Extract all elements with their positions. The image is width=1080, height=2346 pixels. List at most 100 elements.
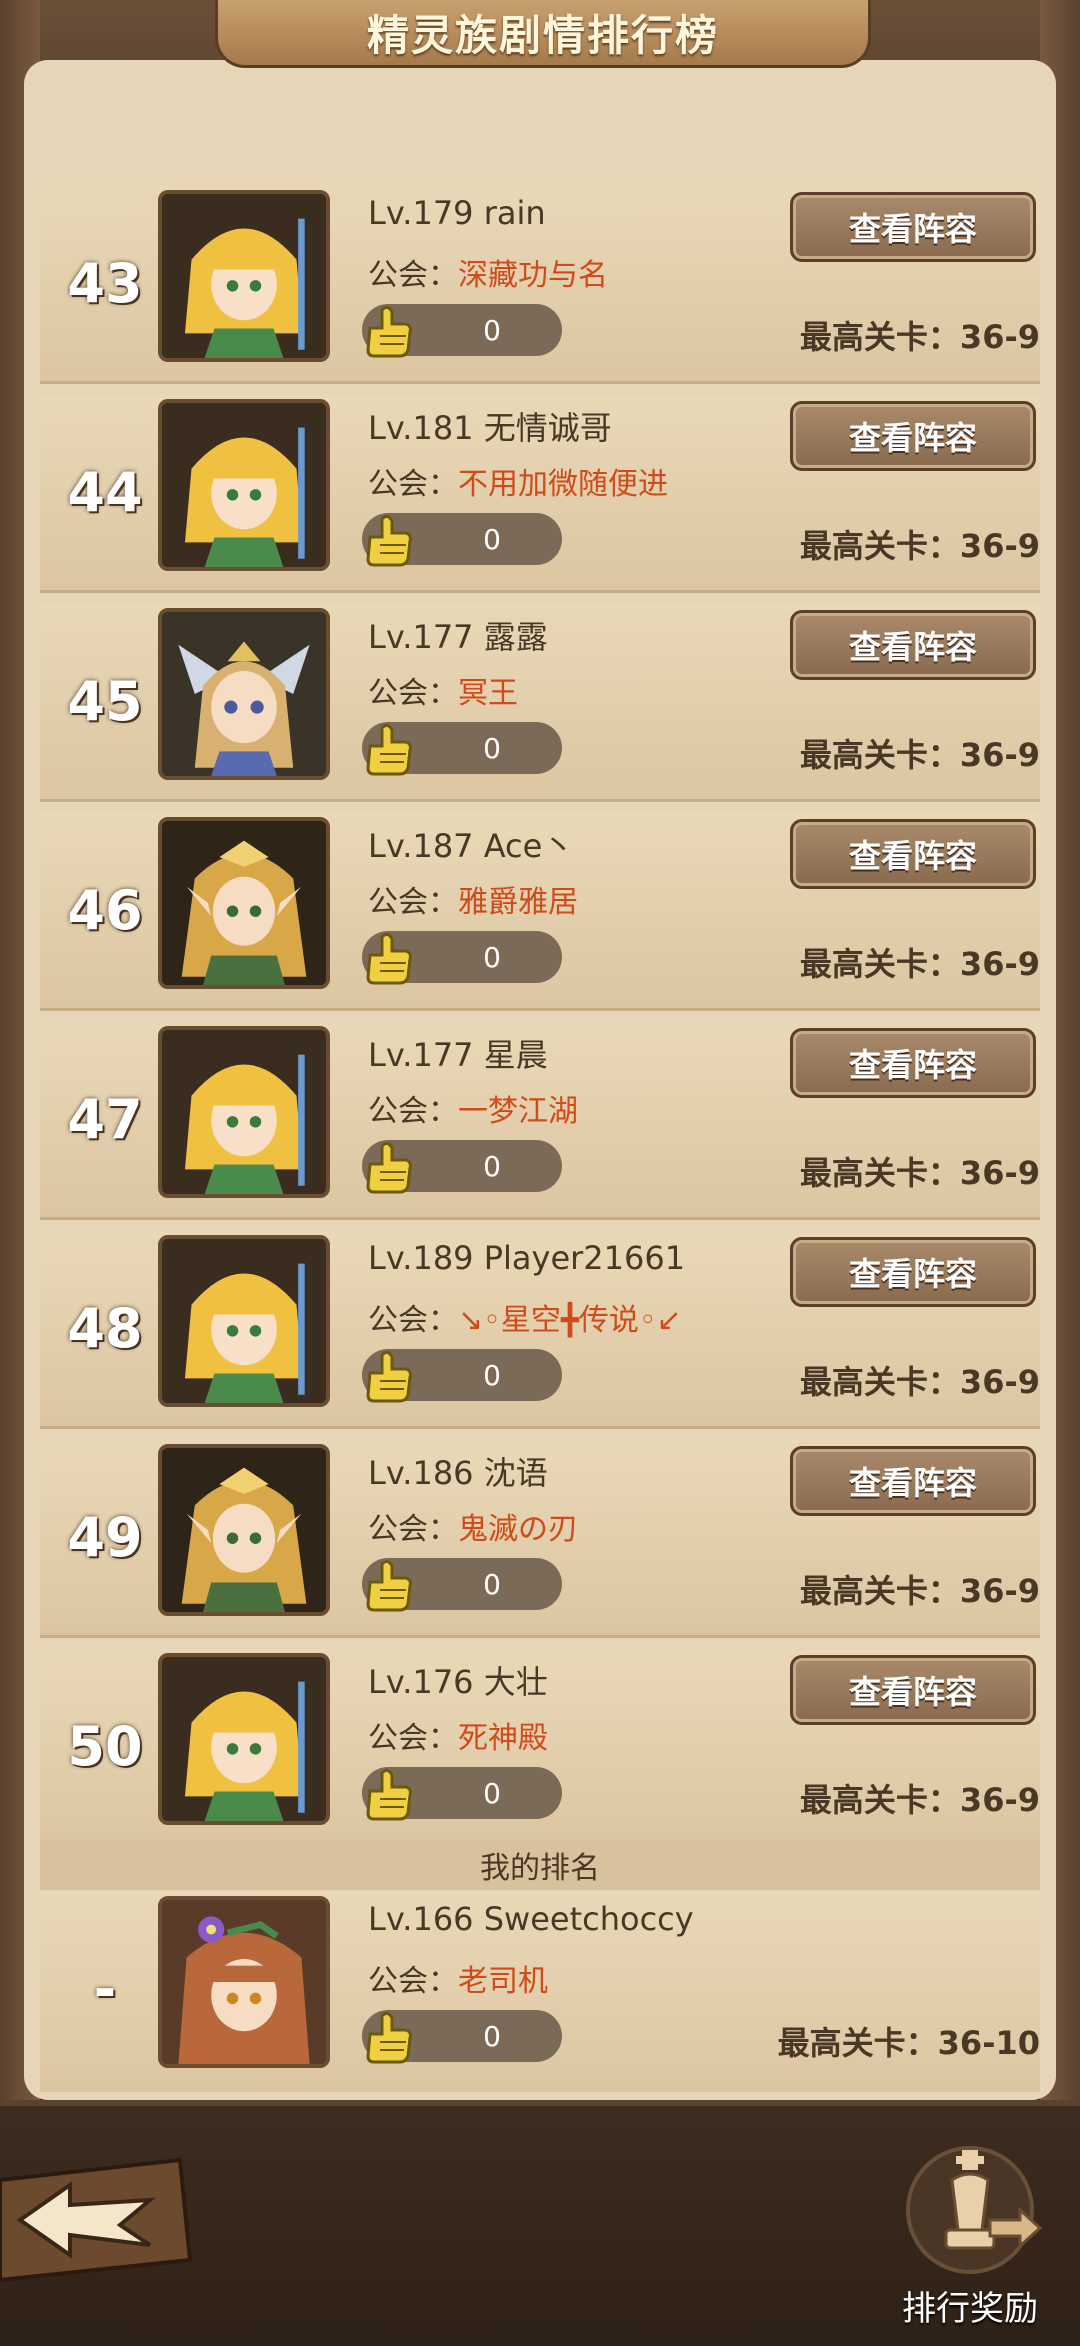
guild-info: 公会：老司机 bbox=[368, 1956, 548, 2000]
rank-number: 44 bbox=[67, 461, 143, 524]
player-name-level: Lv.186 沈语 bbox=[368, 1454, 548, 1492]
player-avatar[interactable] bbox=[158, 817, 330, 989]
guild-prefix: 公会： bbox=[368, 258, 458, 293]
chess-king-icon bbox=[906, 2146, 1043, 2274]
view-lineup-button[interactable]: 查看阵容 bbox=[790, 819, 1036, 889]
like-count: 0 bbox=[483, 1776, 501, 1810]
player-avatar[interactable] bbox=[158, 1653, 330, 1825]
ranking-row: 47 Lv.177 星晨 公会：一梦江湖 0 查看阵容 最高关卡：36-9 bbox=[40, 1022, 1040, 1220]
like-counter[interactable]: 0 bbox=[362, 931, 562, 985]
like-counter[interactable]: 0 bbox=[362, 2010, 562, 2064]
like-count: 0 bbox=[483, 731, 501, 765]
guild-name: 深藏功与名 bbox=[458, 258, 608, 293]
guild-info: 公会：深藏功与名 bbox=[368, 250, 608, 294]
like-counter[interactable]: 0 bbox=[362, 1349, 562, 1403]
like-count: 0 bbox=[483, 940, 501, 974]
guild-info: 公会：雅爵雅居 bbox=[368, 877, 578, 921]
guild-name: 冥王 bbox=[458, 676, 518, 711]
guild-name: 老司机 bbox=[458, 1964, 548, 1999]
stage-value: 36-9 bbox=[959, 318, 1040, 356]
stage-prefix: 最高关卡： bbox=[799, 318, 960, 356]
stage-value: 36-10 bbox=[937, 2024, 1040, 2062]
stage-value: 36-9 bbox=[959, 736, 1040, 774]
player-avatar[interactable] bbox=[158, 1444, 330, 1616]
stage-value: 36-9 bbox=[959, 1781, 1040, 1819]
stage-value: 36-9 bbox=[959, 527, 1040, 565]
back-arrow-icon bbox=[0, 2157, 193, 2283]
player-name-level: Lv.177 露露 bbox=[368, 618, 548, 656]
ranking-row: 49 Lv.186 沈语 公会：鬼滅の刃 0 查看阵容 最高关卡：36-9 bbox=[40, 1440, 1040, 1638]
guild-info: 公会：冥王 bbox=[368, 668, 518, 712]
highest-stage: 最高关卡：36-9 bbox=[800, 521, 1040, 567]
like-counter[interactable]: 0 bbox=[362, 513, 562, 567]
guild-info: 公会：↘◦星空╋传说◦↙ bbox=[368, 1295, 682, 1339]
rank-number: 45 bbox=[67, 670, 143, 733]
guild-info: 公会：鬼滅の刃 bbox=[368, 1504, 578, 1548]
stage-prefix: 最高关卡： bbox=[799, 1363, 960, 1401]
player-name-level: Lv.187 Ace丶 bbox=[368, 827, 575, 865]
ranking-row: 44 Lv.181 无情诚哥 公会：不用加微随便进 0 查看阵容 最高关卡：36-9 bbox=[40, 395, 1040, 593]
my-rank-label: 我的排名 bbox=[40, 1840, 1040, 1890]
like-counter[interactable]: 0 bbox=[362, 722, 562, 776]
like-count: 0 bbox=[483, 2019, 501, 2053]
player-name-level: Lv.189 Player21661 bbox=[368, 1239, 686, 1277]
player-avatar[interactable] bbox=[158, 1896, 330, 2068]
guild-info: 公会：一梦江湖 bbox=[368, 1086, 578, 1130]
thumbs-up-icon bbox=[360, 718, 416, 778]
player-avatar[interactable] bbox=[158, 399, 330, 571]
highest-stage: 最高关卡：36-9 bbox=[800, 312, 1040, 358]
highest-stage: 最高关卡：36-9 bbox=[800, 1566, 1040, 1612]
rank-number: 46 bbox=[67, 879, 143, 942]
like-counter[interactable]: 0 bbox=[362, 304, 562, 358]
like-counter[interactable]: 0 bbox=[362, 1767, 562, 1821]
ranking-reward-label: 排行奖励 bbox=[902, 2289, 1038, 2329]
rank-number: 48 bbox=[67, 1297, 143, 1360]
guild-name: 不用加微随便进 bbox=[458, 467, 668, 502]
view-lineup-button[interactable]: 查看阵容 bbox=[790, 1028, 1036, 1098]
view-lineup-button[interactable]: 查看阵容 bbox=[790, 401, 1036, 471]
ranking-reward-button[interactable]: 排行奖励 bbox=[870, 2140, 1070, 2330]
guild-prefix: 公会： bbox=[368, 1512, 458, 1547]
view-lineup-button[interactable]: 查看阵容 bbox=[790, 1655, 1036, 1725]
highest-stage: 最高关卡：36-9 bbox=[800, 1148, 1040, 1194]
thumbs-up-icon bbox=[360, 509, 416, 569]
ranking-row: 45 Lv.177 露露公会：冥王 0 查看阵容最高关卡：36-9 bbox=[40, 604, 1040, 802]
thumbs-up-icon bbox=[360, 1345, 416, 1405]
highest-stage: 最高关卡：36-9 bbox=[800, 730, 1040, 776]
player-avatar[interactable] bbox=[158, 1026, 330, 1198]
rank-number: 50 bbox=[67, 1715, 143, 1778]
like-counter[interactable]: 0 bbox=[362, 1558, 562, 1612]
player-avatar[interactable] bbox=[158, 608, 330, 780]
stage-value: 36-9 bbox=[959, 945, 1040, 983]
stage-value: 36-9 bbox=[959, 1572, 1040, 1610]
guild-name: 一梦江湖 bbox=[458, 1094, 578, 1129]
thumbs-up-icon bbox=[360, 300, 416, 360]
player-avatar[interactable] bbox=[158, 1235, 330, 1407]
like-count: 0 bbox=[483, 1358, 501, 1392]
guild-name: 死神殿 bbox=[458, 1721, 548, 1756]
like-count: 0 bbox=[483, 313, 501, 347]
view-lineup-button[interactable]: 查看阵容 bbox=[790, 1446, 1036, 1516]
guild-name: 雅爵雅居 bbox=[458, 885, 578, 920]
ranking-row: 46 Lv.187 Ace丶公会：雅爵雅居 0 查看阵容最高关卡：36-9 bbox=[40, 813, 1040, 1011]
rank-number: 43 bbox=[67, 252, 143, 315]
view-lineup-button[interactable]: 查看阵容 bbox=[790, 610, 1036, 680]
back-button[interactable] bbox=[0, 2150, 200, 2290]
view-lineup-button[interactable]: 查看阵容 bbox=[790, 1237, 1036, 1307]
view-lineup-button[interactable]: 查看阵容 bbox=[790, 192, 1036, 262]
thumbs-up-icon bbox=[360, 1763, 416, 1823]
stage-prefix: 最高关卡： bbox=[799, 527, 960, 565]
title-banner: 精灵族剧情排行榜 bbox=[215, 0, 871, 68]
guild-prefix: 公会： bbox=[368, 1721, 458, 1756]
highest-stage: 最高关卡：36-9 bbox=[800, 939, 1040, 985]
guild-name: ↘◦星空╋传说◦↙ bbox=[458, 1303, 682, 1338]
like-counter[interactable]: 0 bbox=[362, 1140, 562, 1194]
my-rank-row: - Lv.166 Sweetchoccy 公会：老司机 0 最高关卡：36-10 bbox=[40, 1892, 1040, 2092]
like-count: 0 bbox=[483, 1567, 501, 1601]
player-avatar[interactable] bbox=[158, 190, 330, 362]
thumbs-up-icon bbox=[360, 927, 416, 987]
player-name-level: Lv.181 无情诚哥 bbox=[368, 409, 612, 447]
rank-number: 47 bbox=[67, 1088, 143, 1151]
ranking-row: 43 Lv.179 rain 公会：深藏功与名 0 查看阵容 最高关卡：36-9 bbox=[40, 186, 1040, 384]
ranking-row: 50 Lv.176 大壮 公会：死神殿 0 查看阵容 最高关卡：36-9 bbox=[40, 1649, 1040, 1847]
